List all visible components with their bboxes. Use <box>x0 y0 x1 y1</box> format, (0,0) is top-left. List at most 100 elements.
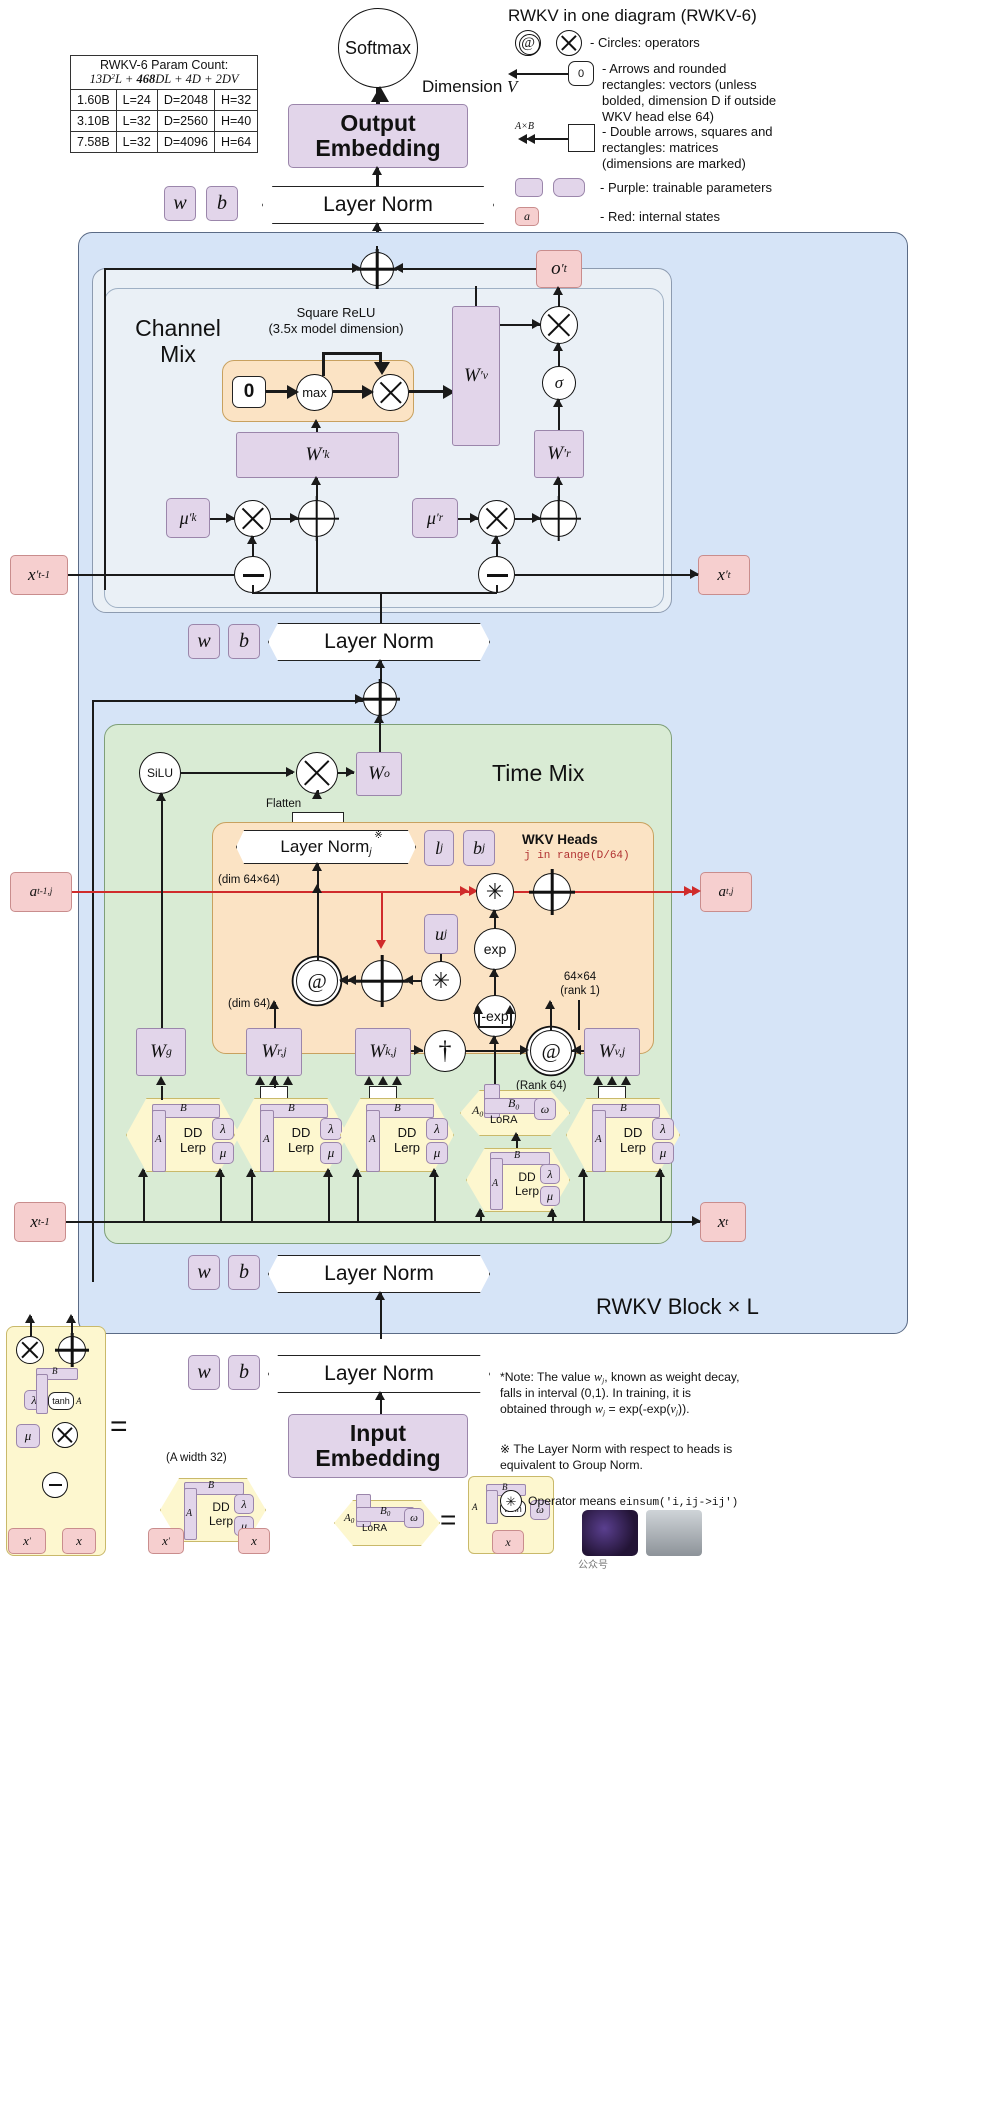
muk-add <box>298 500 335 537</box>
dd-lerp-A-label-k: A <box>369 1133 376 1145</box>
o-prime-t-state: o ′ t <box>536 250 582 288</box>
rank1-line2: (rank 1) <box>560 985 600 998</box>
note-weight-decay: *Note: The value wj, known as weight dec… <box>500 1370 740 1417</box>
note-einsum: Operator means einsum('i,ij->ij') <box>528 1494 748 1510</box>
subr-to-xcur <box>515 574 698 576</box>
state-add-operator <box>533 873 571 911</box>
rwkv-block-label: RWKV Block × L <box>596 1294 759 1319</box>
table-row: 1.60B L=24 D=2048 H=32 <box>70 89 259 111</box>
exp-A-label: A <box>76 1396 82 1406</box>
wr-to-sigma-arrow <box>553 398 563 407</box>
at-to-lnj <box>317 886 319 960</box>
layer-norm-j: Layer Normj ※ <box>236 830 416 864</box>
lora-exp-x: x <box>492 1530 524 1554</box>
legend-double-arrow-head2 <box>526 134 535 144</box>
dd-lerp-lambda-g: λ <box>212 1118 234 1140</box>
layer-norm-input: Layer Norm <box>268 1355 490 1393</box>
ddw-to-lora-arrow <box>511 1132 521 1141</box>
exp-B-label: B <box>52 1366 58 1376</box>
matmul-at-operator: @ <box>296 960 338 1002</box>
mur-multiply <box>478 500 515 537</box>
table-row: 3.10B L=32 D=2560 H=40 <box>70 110 259 132</box>
u-j-param: uj <box>424 914 458 954</box>
exp-mu: μ <box>16 1424 40 1448</box>
mulk-to-add-arrow <box>290 513 299 523</box>
legend-matrices-text: - Double arrows, squares and rectangles:… <box>602 124 773 171</box>
ln-bot-w: w <box>188 1255 220 1290</box>
wg-to-silu <box>161 794 163 1028</box>
ln-bot-b: b <box>228 1255 260 1290</box>
cm-input-hline-right <box>380 592 497 594</box>
ot-in-arrow <box>553 286 563 295</box>
state-arrow-a <box>460 886 469 896</box>
x-bottom-line <box>66 1221 700 1223</box>
feed-k-1 <box>357 1170 359 1221</box>
mu-prime-r-param: μ ′ r <box>412 498 458 538</box>
param-table-title: RWKV-6 Param Count: <box>99 58 229 72</box>
residual-add-top <box>360 252 394 286</box>
exp-sub <box>42 1472 68 1498</box>
matmul-at-operator-2: @ <box>530 1030 572 1072</box>
w-prime-k-matrix: W ′ k <box>236 432 399 478</box>
subr-to-mulr-arrow <box>491 535 501 544</box>
cell: H=40 <box>213 110 259 132</box>
dd-lerp-B-label-k: B <box>394 1102 401 1114</box>
negexp-bracket-l <box>478 1013 480 1026</box>
flatten-v2 <box>317 790 319 796</box>
add-to-at-arrow2 <box>347 975 356 985</box>
feed-g-2a <box>215 1168 225 1177</box>
exp-out1-arrow <box>25 1314 35 1323</box>
lora-B0-label: B0 <box>508 1096 520 1112</box>
legend-purple-square <box>515 178 543 197</box>
cell: D=4096 <box>156 131 215 153</box>
note-einsum-code: einsum('i,ij->ij') <box>619 1497 739 1509</box>
silu-to-mul <box>181 772 293 774</box>
x-prime-t-state: x ′ t <box>698 555 750 595</box>
ln-input-b: b <box>228 1355 260 1390</box>
at2-up-arrow <box>545 1000 555 1009</box>
w-g-matrix: Wg <box>136 1028 186 1076</box>
max-operator: max <box>296 374 333 411</box>
exp-A-bar <box>36 1374 48 1414</box>
dd-width-caption: (A width 32) <box>166 1452 227 1464</box>
dd-lerp-A-label-v: A <box>595 1133 602 1145</box>
cell: 1.60B <box>70 89 117 111</box>
residual-add-mid <box>363 682 397 716</box>
feed-v-2 <box>660 1170 662 1221</box>
state-line-left <box>72 891 472 893</box>
legend-purple-text: - Purple: trainable parameters <box>600 180 772 195</box>
rank1-line1: 64×64 <box>563 971 597 983</box>
channel-mix-title: Channel Mix <box>118 306 238 376</box>
wk-up-arrow <box>311 419 321 428</box>
cm-input-vline <box>380 592 382 624</box>
ln-mid-w: w <box>188 624 220 659</box>
hexr-a3 <box>283 1076 293 1085</box>
legend-matrix-box <box>568 124 595 152</box>
dd-lerp-text-r: DD Lerp <box>287 1125 315 1155</box>
cm-skip-arrow <box>352 263 361 273</box>
legend-red-text: - Red: internal states <box>600 209 720 224</box>
hexr-stem <box>274 1076 276 1088</box>
lnj-in-arrow <box>312 862 322 871</box>
square-relu-line1: Square ReLU <box>296 305 376 320</box>
lora-A0-label-demo: A0 <box>344 1512 355 1526</box>
avatar-owl <box>582 1510 638 1556</box>
dd-lerp-A-label-r: A <box>263 1133 270 1145</box>
negexp-in-arrow-r <box>505 1005 515 1014</box>
timemix-multiply <box>296 752 338 794</box>
dd-lerp-lambda-w: λ <box>540 1164 560 1184</box>
silu-operator: SiLU <box>139 752 181 794</box>
ot-to-add-arrow <box>394 263 403 273</box>
negexp-bracket-h <box>478 1026 512 1028</box>
hexg-out <box>161 1086 163 1100</box>
dd-lerp-B-label-v: B <box>620 1102 627 1114</box>
feed-k-2a <box>429 1168 439 1177</box>
w-prime-r-matrix: W ′ r <box>534 430 584 478</box>
add-top-out <box>376 246 378 254</box>
lnbot-in-arrow <box>375 1291 385 1300</box>
channel-mix-title-1: Channel <box>135 314 221 341</box>
x-t-minus-1-state: x t-1 <box>14 1202 66 1242</box>
cell: L=24 <box>115 89 158 111</box>
mu-prime-k-param: μ ′ k <box>166 498 210 538</box>
demo-x-prime: x ′ <box>148 1528 184 1554</box>
